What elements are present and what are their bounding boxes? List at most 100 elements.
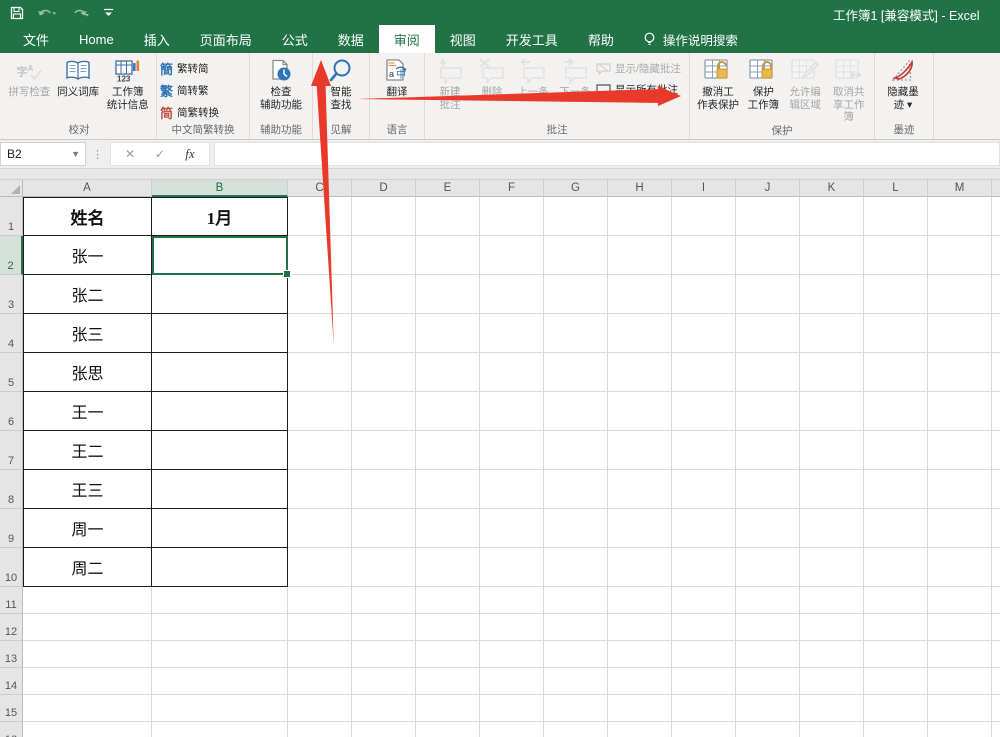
cell-L14[interactable] xyxy=(864,668,928,695)
name-box[interactable]: B2 ▼ xyxy=(0,142,86,166)
tab-help[interactable]: 帮助 xyxy=(573,25,629,53)
cell-I12[interactable] xyxy=(672,614,736,641)
cell-A6[interactable]: 王一 xyxy=(23,392,152,431)
cell-J14[interactable] xyxy=(736,668,800,695)
column-header-G[interactable]: G xyxy=(544,180,608,197)
tab-page-layout[interactable]: 页面布局 xyxy=(185,25,267,53)
cell-I14[interactable] xyxy=(672,668,736,695)
cell-M12[interactable] xyxy=(928,614,992,641)
cell-J11[interactable] xyxy=(736,587,800,614)
tab-home[interactable]: Home xyxy=(64,25,129,53)
cell-F1[interactable] xyxy=(480,197,544,236)
cell-M4[interactable] xyxy=(928,314,992,353)
cell-L7[interactable] xyxy=(864,431,928,470)
name-box-caret-icon[interactable]: ▼ xyxy=(71,149,80,159)
cell-E13[interactable] xyxy=(416,641,480,668)
cell-K12[interactable] xyxy=(800,614,864,641)
cell-N13[interactable] xyxy=(992,641,1000,668)
cell-A8[interactable]: 王三 xyxy=(23,470,152,509)
cell-E6[interactable] xyxy=(416,392,480,431)
cell-H3[interactable] xyxy=(608,275,672,314)
column-header-L[interactable]: L xyxy=(864,180,928,197)
cell-B4[interactable] xyxy=(152,314,288,353)
cell-H4[interactable] xyxy=(608,314,672,353)
cell-H8[interactable] xyxy=(608,470,672,509)
cell-G8[interactable] xyxy=(544,470,608,509)
cell-F13[interactable] xyxy=(480,641,544,668)
cell-C3[interactable] xyxy=(288,275,352,314)
cell-N3[interactable] xyxy=(992,275,1000,314)
cell-C14[interactable] xyxy=(288,668,352,695)
spell-check-button[interactable]: 字A 拼写检查 xyxy=(5,55,54,99)
cell-N14[interactable] xyxy=(992,668,1000,695)
cell-M13[interactable] xyxy=(928,641,992,668)
cell-H14[interactable] xyxy=(608,668,672,695)
cell-N16[interactable] xyxy=(992,722,1000,737)
cell-C6[interactable] xyxy=(288,392,352,431)
show-hide-comment-button[interactable]: 显示/隐藏批注 xyxy=(596,61,681,76)
cell-A12[interactable] xyxy=(23,614,152,641)
cell-F8[interactable] xyxy=(480,470,544,509)
cell-K11[interactable] xyxy=(800,587,864,614)
cell-N7[interactable] xyxy=(992,431,1000,470)
cell-G3[interactable] xyxy=(544,275,608,314)
cell-A5[interactable]: 张思 xyxy=(23,353,152,392)
cell-A14[interactable] xyxy=(23,668,152,695)
cell-F3[interactable] xyxy=(480,275,544,314)
cell-N9[interactable] xyxy=(992,509,1000,548)
row-header-11[interactable]: 11 xyxy=(0,587,23,614)
cell-H2[interactable] xyxy=(608,236,672,275)
cell-I10[interactable] xyxy=(672,548,736,587)
cell-M5[interactable] xyxy=(928,353,992,392)
cell-L8[interactable] xyxy=(864,470,928,509)
smart-lookup-button[interactable]: 智能 查找 xyxy=(316,55,366,111)
translate-button[interactable]: a中 翻译 xyxy=(373,55,421,99)
cell-J7[interactable] xyxy=(736,431,800,470)
cell-I9[interactable] xyxy=(672,509,736,548)
cell-I5[interactable] xyxy=(672,353,736,392)
cell-D7[interactable] xyxy=(352,431,416,470)
cell-J4[interactable] xyxy=(736,314,800,353)
cell-E11[interactable] xyxy=(416,587,480,614)
tab-formulas[interactable]: 公式 xyxy=(267,25,323,53)
cell-N2[interactable] xyxy=(992,236,1000,275)
enter-icon[interactable]: ✓ xyxy=(145,147,175,161)
cell-B7[interactable] xyxy=(152,431,288,470)
cell-F6[interactable] xyxy=(480,392,544,431)
cell-N15[interactable] xyxy=(992,695,1000,722)
cell-N8[interactable] xyxy=(992,470,1000,509)
cell-I4[interactable] xyxy=(672,314,736,353)
cell-E10[interactable] xyxy=(416,548,480,587)
cell-E12[interactable] xyxy=(416,614,480,641)
select-all-corner[interactable] xyxy=(0,180,23,197)
cell-C7[interactable] xyxy=(288,431,352,470)
cell-B14[interactable] xyxy=(152,668,288,695)
cell-B2[interactable] xyxy=(152,236,291,278)
column-header-F[interactable]: F xyxy=(480,180,544,197)
cell-L16[interactable] xyxy=(864,722,928,737)
cell-L1[interactable] xyxy=(864,197,928,236)
cell-F9[interactable] xyxy=(480,509,544,548)
row-header-9[interactable]: 9 xyxy=(0,509,23,548)
cell-E1[interactable] xyxy=(416,197,480,236)
cell-I8[interactable] xyxy=(672,470,736,509)
cell-A9[interactable]: 周一 xyxy=(23,509,152,548)
cell-L13[interactable] xyxy=(864,641,928,668)
column-header-K[interactable]: K xyxy=(800,180,864,197)
row-header-15[interactable]: 15 xyxy=(0,695,23,722)
cell-G13[interactable] xyxy=(544,641,608,668)
convert-chinese-button[interactable]: 简 简繁转换 xyxy=(160,103,246,122)
cell-C15[interactable] xyxy=(288,695,352,722)
cell-J10[interactable] xyxy=(736,548,800,587)
cell-D1[interactable] xyxy=(352,197,416,236)
cell-B3[interactable] xyxy=(152,275,288,314)
cell-K8[interactable] xyxy=(800,470,864,509)
row-header-13[interactable]: 13 xyxy=(0,641,23,668)
cell-K4[interactable] xyxy=(800,314,864,353)
fill-handle[interactable] xyxy=(283,270,291,278)
cell-J15[interactable] xyxy=(736,695,800,722)
cell-E14[interactable] xyxy=(416,668,480,695)
cell-E7[interactable] xyxy=(416,431,480,470)
tell-me-search[interactable]: 操作说明搜索 xyxy=(643,25,738,53)
column-header-D[interactable]: D xyxy=(352,180,416,197)
